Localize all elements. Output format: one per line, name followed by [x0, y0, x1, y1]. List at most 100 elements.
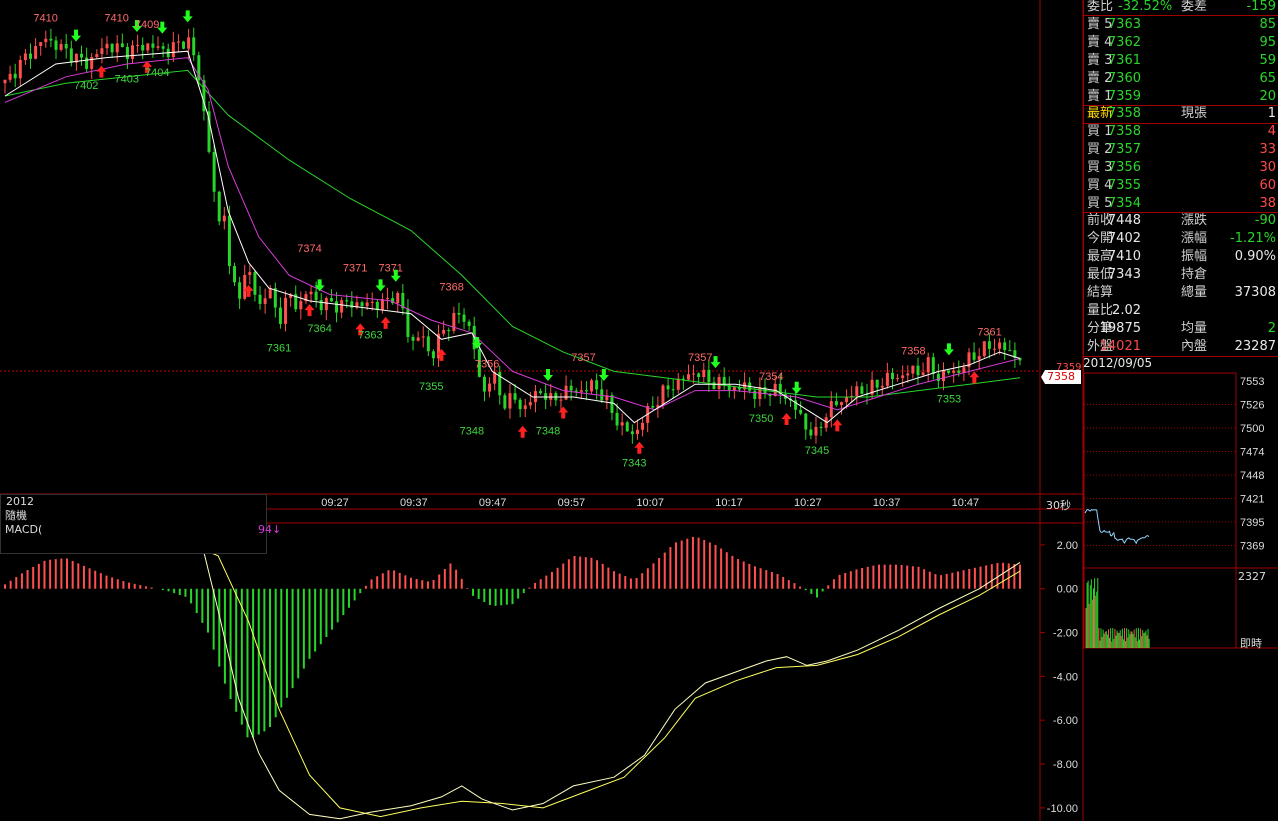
buy-arrow: [832, 419, 843, 432]
candle-body: [845, 396, 849, 403]
interval-label[interactable]: 30秒: [1046, 497, 1071, 513]
time-tick-label: 10:27: [794, 497, 822, 509]
quote-volume: 65: [1259, 71, 1276, 86]
candle-body: [539, 391, 543, 394]
candle-body: [819, 426, 823, 428]
candle-body: [411, 336, 415, 341]
chart-frame: [0, 0, 1084, 821]
candle-body: [941, 370, 945, 382]
candle-body: [584, 390, 588, 392]
candle-body: [345, 300, 349, 302]
candle-body: [661, 385, 665, 406]
candle-body: [442, 330, 446, 334]
current-lots-label: 現張: [1181, 106, 1208, 121]
mini-chart: 7553 7526 7500 7474 7448 7421 7395 7369: [1083, 372, 1278, 649]
candle-body: [233, 266, 237, 283]
price-annotation: 7402: [74, 80, 98, 92]
buy-arrow: [96, 65, 107, 78]
quote-row: 買 3 7356 30: [1084, 159, 1278, 177]
realtime-label[interactable]: 即時: [1240, 635, 1262, 651]
candle-body: [987, 341, 991, 349]
stat-value: 19875: [1099, 321, 1141, 336]
price-annotation: 7374: [297, 243, 321, 255]
stat-value-2: -90: [1254, 213, 1276, 228]
candle-body: [386, 298, 390, 300]
candle-body: [855, 386, 859, 396]
candle-body: [212, 151, 216, 192]
macd-tick-label: -6.00: [1053, 715, 1078, 727]
order-ratio-label: 委比: [1087, 0, 1114, 14]
candle-body: [44, 38, 48, 43]
stat-row: 最高 7410 振幅 0.90%: [1084, 248, 1278, 266]
candle-body: [992, 348, 996, 350]
current-price-label-2: 7359: [1056, 362, 1082, 373]
candle-body: [753, 390, 757, 400]
time-axis: 09:27 09:37 09:47 09:57 10:07 10:17 10:27 10:37…: [321, 497, 979, 509]
price-annotation: 7357: [688, 352, 712, 364]
candle-body: [829, 401, 833, 418]
stat-value-2: 37308: [1234, 285, 1276, 300]
candle-body: [523, 405, 527, 410]
popup-line-1: 隨機: [5, 509, 27, 522]
candle-body: [615, 412, 619, 426]
moving-averages: [4, 50, 1021, 424]
price-annotation: 7371: [343, 262, 367, 274]
candle-body: [717, 377, 721, 389]
candle-body: [309, 291, 313, 295]
price-annotation: 7355: [419, 381, 443, 393]
stat-row: 結算 總量 37308: [1084, 284, 1278, 302]
candle-body: [13, 73, 17, 79]
candle-body: [146, 43, 150, 51]
quote-row: 賣 4 7362 95: [1084, 34, 1278, 52]
latest-price: 7358: [1107, 106, 1141, 121]
time-tick-label: 10:37: [873, 497, 901, 509]
candle-body: [447, 330, 451, 332]
quote-volume: 38: [1259, 196, 1276, 211]
quote-price: 7360: [1107, 71, 1141, 86]
quote-volume: 60: [1259, 178, 1276, 193]
macd-tick-label: -2.00: [1053, 628, 1078, 640]
candle-body: [431, 351, 435, 359]
stat-value-2: 0.90%: [1234, 249, 1276, 264]
price-annotation: 7410: [104, 13, 128, 25]
candle-body: [569, 385, 573, 391]
candle-body: [248, 272, 252, 275]
candle-body: [666, 385, 670, 390]
price-annotation: 7348: [536, 426, 560, 438]
candle-body: [3, 79, 7, 84]
candle-body: [875, 379, 879, 388]
mini-price-tick: 7395: [1240, 517, 1264, 529]
candle-body: [482, 376, 486, 392]
quote-price: 7359: [1107, 89, 1141, 104]
candle-body: [488, 383, 492, 392]
candle-body: [564, 385, 568, 400]
stat-label-2: 內盤: [1181, 339, 1208, 354]
candle-body: [809, 429, 813, 436]
candle-body: [227, 215, 231, 267]
candle-body: [1008, 350, 1012, 352]
candle-body: [452, 312, 456, 331]
candle-body: [839, 402, 843, 406]
stat-value-2: -1.21%: [1230, 231, 1276, 246]
candle-body: [982, 341, 986, 357]
order-ratio-row: 委比 -32.52% 委差 -159: [1084, 0, 1278, 16]
candle-body: [549, 393, 553, 400]
candle-body: [508, 393, 512, 409]
macd-axis: 2.00 0.00 -2.00 -4.00 -6.00 -8.00 -10.00: [1040, 540, 1078, 815]
candle-body: [814, 426, 818, 436]
price-annotation: 7371: [378, 262, 402, 274]
quote-volume: 59: [1259, 53, 1276, 68]
order-ratio-value: -32.52%: [1118, 0, 1173, 14]
candle-body: [360, 302, 364, 307]
candle-body: [732, 387, 736, 391]
price-annotation: 7345: [805, 445, 829, 457]
price-annotation: 7361: [267, 342, 291, 354]
candle-body: [921, 372, 925, 376]
candle-body: [426, 336, 430, 352]
candle-body: [370, 301, 374, 303]
quote-row: 買 4 7355 60: [1084, 177, 1278, 195]
candle-body: [686, 374, 690, 380]
candle-body: [34, 45, 38, 59]
indicator-popup[interactable]: 隨機 MACD(: [0, 494, 267, 554]
price-annotation: 7348: [460, 426, 484, 438]
